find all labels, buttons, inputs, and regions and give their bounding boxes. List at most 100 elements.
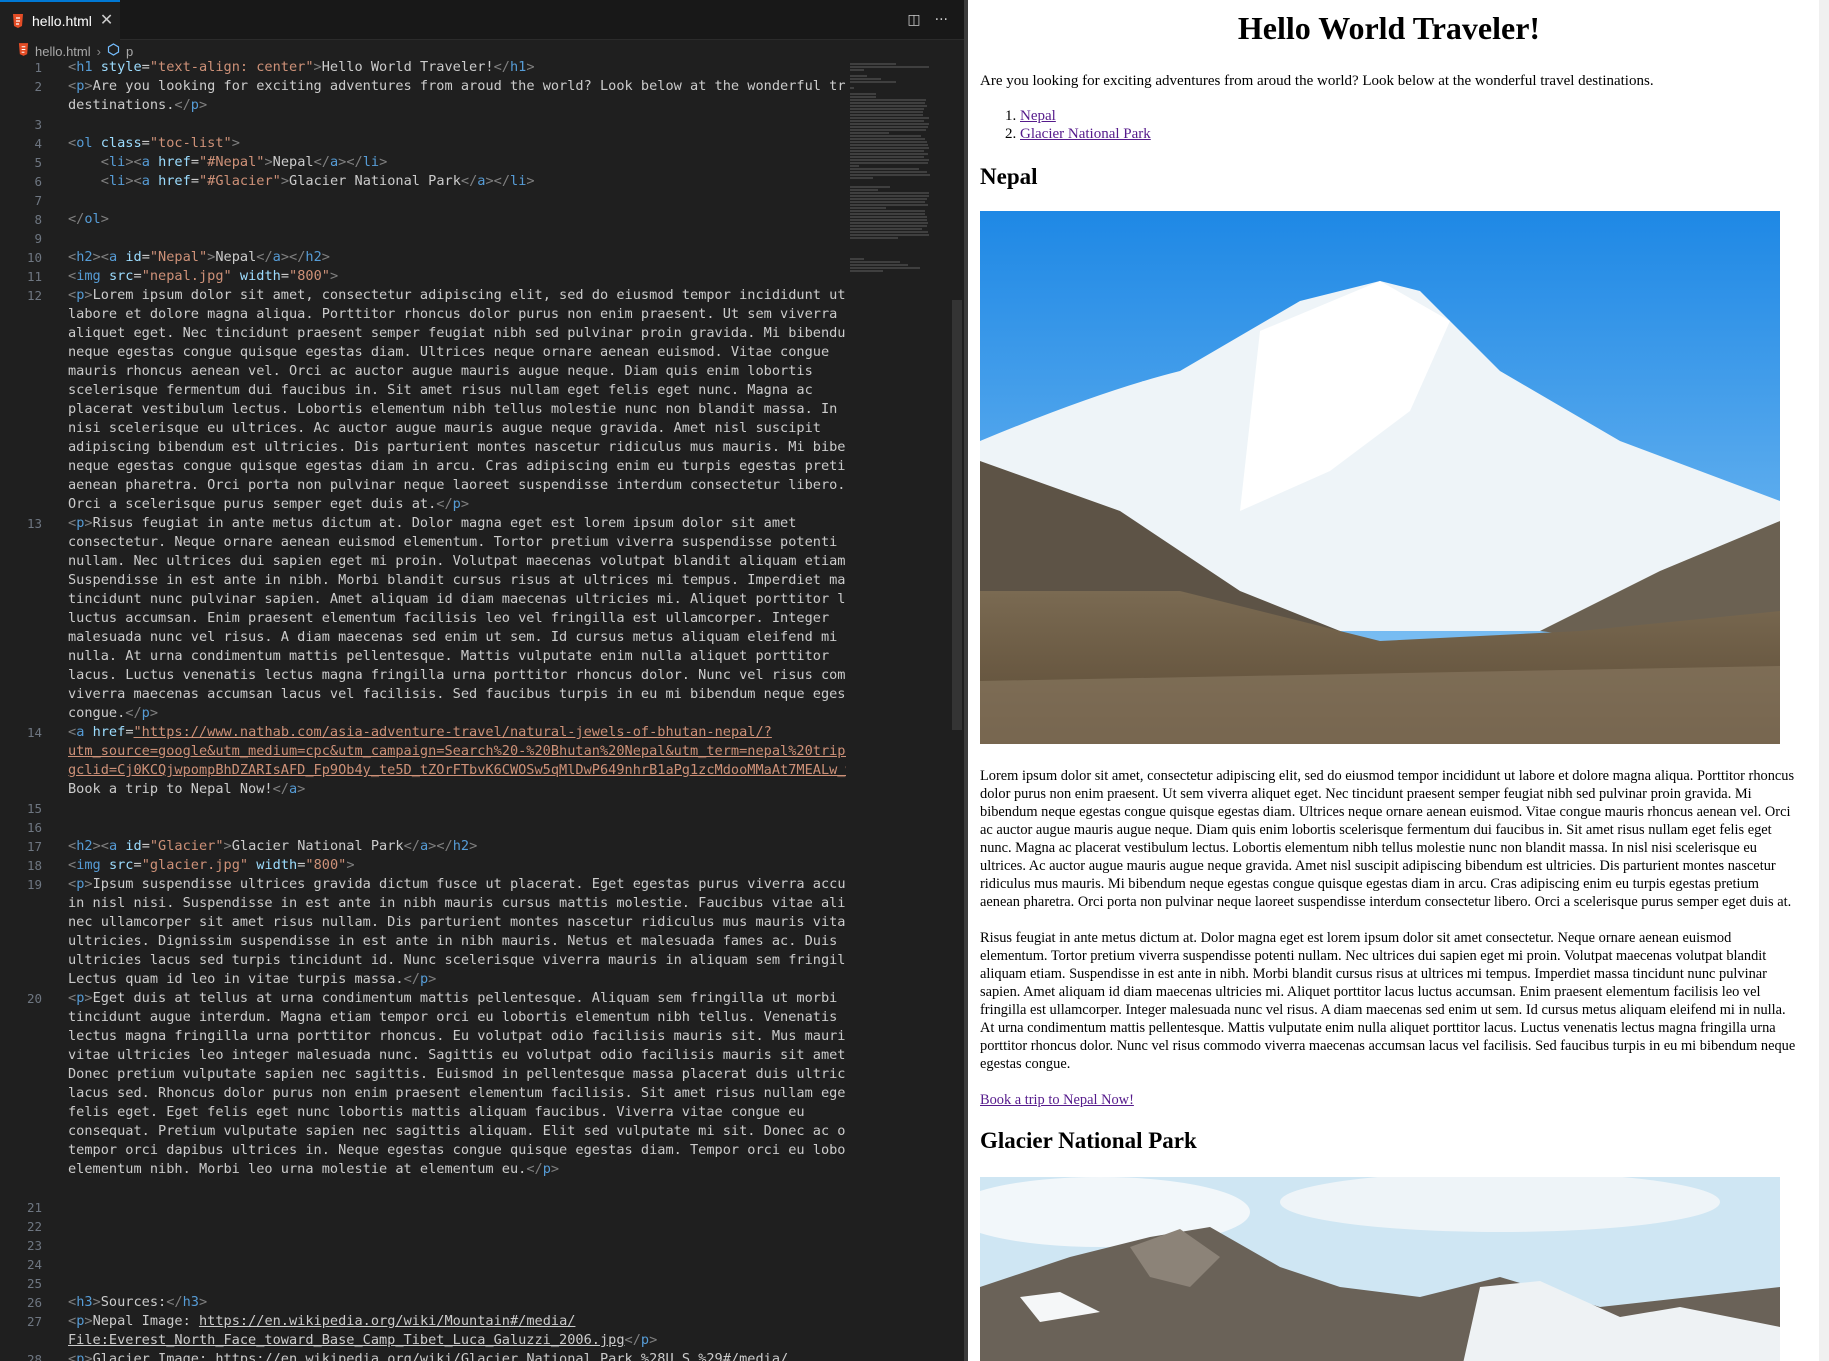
code-line[interactable]: 25 [0,1274,846,1293]
code-line[interactable]: 1 <h1 style="text-align: center">Hello Wo… [0,58,846,77]
code-line[interactable]: 15 [0,799,846,818]
minimap-line [850,219,927,221]
code-area[interactable]: 1 <h1 style="text-align: center">Hello Wo… [0,58,846,1361]
code-line[interactable]: 14 <a href="https://www.nathab.com/asia-a… [0,723,846,742]
code-line[interactable]: gclid=Cj0KCQjwpompBhDZARIsAFD_Fp9Ob4y_te… [0,761,846,780]
more-actions-icon[interactable]: ··· [935,12,948,28]
code-line[interactable]: 7 [0,191,846,210]
code-line[interactable]: 13 <p>Risus feugiat in ante metus dictum … [0,514,846,533]
code-line[interactable]: 28 <p>Glacier Image: https://en.wikipedia… [0,1350,846,1361]
code-line[interactable]: viverra maecenas accumsan lacus vel faci… [0,685,846,704]
code-line[interactable]: felis eget. Eget felis eget nunc loborti… [0,1103,846,1122]
code-line[interactable]: Book a trip to Nepal Now!</a> [0,780,846,799]
code-line[interactable]: Suspendisse in est ante in nibh. Morbi b… [0,571,846,590]
code-line[interactable]: ultricies. Dignissim suspendisse in est … [0,932,846,951]
code-line[interactable]: 22 [0,1217,846,1236]
code-line[interactable]: 12 <p>Lorem ipsum dolor sit amet, consect… [0,286,846,305]
split-editor-icon[interactable]: ◫ [907,12,920,28]
code-line[interactable]: nec ullamcorper sit amet risus nullam. D… [0,913,846,932]
browser-preview[interactable]: Hello World Traveler! Are you looking fo… [964,0,1829,1361]
code-line[interactable]: Lectus quam id leo in vitae turpis massa… [0,970,846,989]
code-token: </ [313,154,330,170]
code-text: consequat. Pretium vulputate sapien nec … [68,1122,846,1141]
code-line[interactable]: tempor orci dapibus ultrices in. Neque e… [0,1141,846,1160]
breadcrumb-element[interactable]: p [126,44,133,59]
code-line[interactable]: lacus sed. Rhoncus dolor purus non enim … [0,1084,846,1103]
code-line[interactable]: destinations.</p> [0,96,846,115]
line-number: 24 [26,1257,42,1272]
code-line[interactable]: Donec pretium vulputate sapien nec sagit… [0,1065,846,1084]
code-line[interactable]: 5 <li><a href="#Nepal">Nepal</a></li> [0,153,846,172]
code-line[interactable]: neque egestas congue quisque egestas dia… [0,457,846,476]
code-token: aliquet eget. Nec tincidunt praesent sem… [68,325,846,341]
code-token: tincidunt augue interdum. Magna etiam te… [68,1009,838,1025]
code-text: <h2><a id="Glacier">Glacier National Par… [68,837,477,856]
preview-scrollbar[interactable] [1819,0,1829,1361]
code-line[interactable]: 2 <p>Are you looking for exciting adventu… [0,77,846,96]
code-line[interactable]: malesuada nunc vel risus. A diam maecena… [0,628,846,647]
code-line[interactable]: nullam. Nec ultrices dui sapien eget mi … [0,552,846,571]
code-line[interactable]: lectus magna fringilla urna porttitor rh… [0,1027,846,1046]
code-line[interactable]: utm_source=google&utm_medium=cpc&utm_cam… [0,742,846,761]
code-line[interactable]: 19 <p>Ipsum suspendisse ultrices gravida … [0,875,846,894]
toc-link-glacier[interactable]: Glacier National Park [1020,126,1151,142]
breadcrumb-file[interactable]: hello.html [35,44,91,59]
code-line[interactable]: tincidunt nunc pulvinar sapien. Amet ali… [0,590,846,609]
code-line[interactable]: nulla. At urna condimentum mattis pellen… [0,647,846,666]
code-line[interactable]: consectetur. Neque ornare aenean euismod… [0,533,846,552]
nepal-paragraph-2: Risus feugiat in ante metus dictum at. D… [980,930,1796,1072]
code-line[interactable]: 26 <h3>Sources:</h3> [0,1293,846,1312]
code-line[interactable]: ultricies lacus sed turpis tincidunt id.… [0,951,846,970]
code-line[interactable]: 8 </ol> [0,210,846,229]
tab-hello-html[interactable]: hello.html ✕ [0,0,120,40]
code-line[interactable]: labore et dolore magna aliqua. Porttitor… [0,305,846,324]
code-line[interactable]: scelerisque fermentum dui faucibus in. S… [0,381,846,400]
code-line[interactable]: tincidunt augue interdum. Magna etiam te… [0,1008,846,1027]
code-editor[interactable]: hello.html ✕ ◫ ··· hello.html › p 1 <h1 s… [0,0,964,1361]
editor-scrollbar-thumb[interactable] [952,300,962,730]
code-token: < [68,78,77,94]
code-line[interactable] [0,1179,846,1198]
code-line[interactable]: Orci a scelerisque purus semper eget dui… [0,495,846,514]
code-line[interactable]: 10 <h2><a id="Nepal">Nepal</a></h2> [0,248,846,267]
code-line[interactable]: neque egestas congue quisque egestas dia… [0,343,846,362]
code-line[interactable]: luctus accumsan. Enim praesent elementum… [0,609,846,628]
code-line[interactable]: adipiscing bibendum est ultricies. Dis p… [0,438,846,457]
code-line[interactable]: 6 <li><a href="#Glacier">Glacier Nationa… [0,172,846,191]
code-line[interactable]: 4 <ol class="toc-list"> [0,134,846,153]
code-line[interactable]: mauris rhoncus aenean vel. Orci ac aucto… [0,362,846,381]
code-line[interactable]: elementum nibh. Morbi leo urna molestie … [0,1160,846,1179]
code-token: "800" [305,857,347,873]
code-line[interactable]: congue.</p> [0,704,846,723]
code-line[interactable]: in nisl nisi. Suspendisse in est ante in… [0,894,846,913]
code-token: viverra maecenas accumsan lacus vel faci… [68,686,846,702]
code-line[interactable]: 21 [0,1198,846,1217]
code-text: vitae ultricies leo integer malesuada nu… [68,1046,846,1065]
code-line[interactable]: 3 [0,115,846,134]
code-line[interactable]: consequat. Pretium vulputate sapien nec … [0,1122,846,1141]
code-line[interactable]: 24 [0,1255,846,1274]
minimap-line [850,186,890,188]
code-line[interactable]: 18 <img src="glacier.jpg" width="800"> [0,856,846,875]
code-line[interactable]: placerat vestibulum lectus. Lobortis ele… [0,400,846,419]
book-trip-link[interactable]: Book a trip to Nepal Now! [980,1092,1134,1108]
code-line[interactable]: vitae ultricies leo integer malesuada nu… [0,1046,846,1065]
code-line[interactable]: 9 [0,229,846,248]
code-line[interactable]: 27 <p>Nepal Image: https://en.wikipedia.o… [0,1312,846,1331]
code-line[interactable]: 11 <img src="nepal.jpg" width="800"> [0,267,846,286]
code-token: > [313,59,322,75]
code-line[interactable]: aenean pharetra. Orci porta non pulvinar… [0,476,846,495]
code-line[interactable]: File:Everest_North_Face_toward_Base_Camp… [0,1331,846,1350]
code-line[interactable]: 17 <h2><a id="Glacier">Glacier National P… [0,837,846,856]
code-line[interactable]: lacus. Luctus venenatis lectus magna fri… [0,666,846,685]
code-line[interactable]: nisi scelerisque eu ultrices. Ac auctor … [0,419,846,438]
code-token: </ [125,705,142,721]
toc-link-nepal[interactable]: Nepal [1020,108,1056,124]
code-line[interactable]: aliquet eget. Nec tincidunt praesent sem… [0,324,846,343]
code-line[interactable]: 20 <p>Eget duis at tellus at urna condime… [0,989,846,1008]
code-token: < [68,287,77,303]
code-line[interactable]: 23 [0,1236,846,1255]
close-icon[interactable]: ✕ [100,13,113,29]
code-line[interactable]: 16 [0,818,846,837]
minimap[interactable] [846,62,944,1361]
